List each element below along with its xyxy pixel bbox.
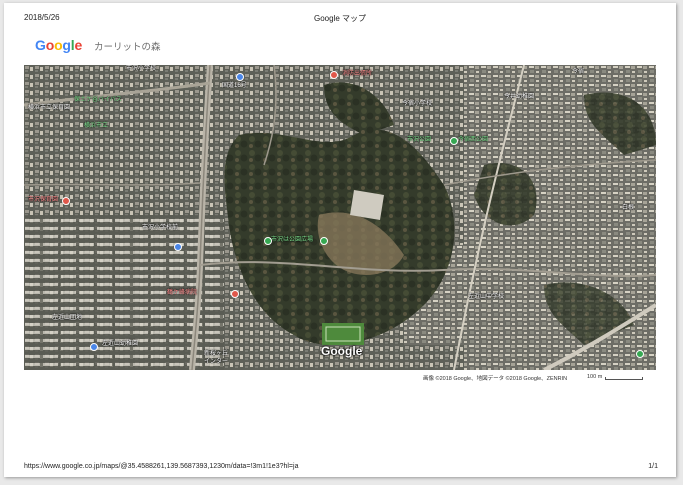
google-logo: Google (35, 37, 82, 53)
print-title: Google マップ (313, 14, 367, 23)
map-label[interactable]: 白根 (622, 205, 634, 212)
map-pin-icon[interactable] (236, 73, 244, 81)
logo-letter: o (45, 37, 55, 53)
map-pin-icon[interactable] (231, 290, 239, 298)
map-label[interactable]: 左近山幼稚園 (102, 341, 138, 348)
map-label[interactable]: 今宿 (572, 69, 584, 76)
map-pin-icon[interactable] (320, 237, 328, 245)
map-label[interactable]: 左近山中学校 (468, 294, 504, 301)
map-pin-icon[interactable] (264, 237, 272, 245)
map-label[interactable]: 今井幼稚園 (504, 94, 534, 101)
logo-letter: e (74, 37, 83, 53)
place-name: カーリットの森 (94, 42, 161, 53)
map-label[interactable]: 左近山団地 (52, 315, 82, 322)
map-attribution: 画像 ©2018 Google、地図データ ©2018 Google、ZENRI… (423, 376, 568, 382)
map-label[interactable]: 今宿小学校 (402, 101, 432, 108)
map-pin-icon[interactable] (90, 343, 98, 351)
map-label[interactable]: 市沢は公園広場 (271, 237, 313, 244)
map-label[interactable]: 市沢公園 (407, 137, 431, 144)
map-pin-icon[interactable] (450, 137, 458, 145)
footer-url: https://www.google.co.jp/maps/@35.458826… (24, 463, 299, 470)
logo-letter: o (54, 37, 63, 53)
map-label[interactable]: 横浜市立保育園 (28, 105, 70, 112)
map-label[interactable]: 市沢小学校 (126, 66, 156, 73)
satellite-imagery[interactable] (24, 65, 656, 370)
map-pin-icon[interactable] (174, 243, 182, 251)
scale-label: 100 m (587, 374, 603, 380)
map-label[interactable]: 市沢保育園 (28, 197, 58, 204)
logo-letter: G (35, 37, 46, 53)
map-pin-icon[interactable] (62, 197, 70, 205)
map-label[interactable]: 保土ケ谷バイパス (74, 97, 122, 104)
map-google-watermark: Google (321, 344, 363, 358)
map-label[interactable]: 国道16号 (222, 83, 247, 90)
map-pin-icon[interactable] (330, 71, 338, 79)
map-label[interactable]: 今宿西公園 (458, 137, 488, 144)
page-number: 1/1 (648, 463, 658, 470)
map-label[interactable]: 新桜ヶ丘 (204, 351, 228, 358)
map-label[interactable]: 消防出張所 (342, 71, 372, 78)
print-page: 2018/5/26 Google マップ Google カーリットの森 市沢小学… (4, 3, 676, 477)
map-label[interactable]: 市沢小学校前 (142, 225, 178, 232)
scale-bar (605, 377, 643, 380)
map-label[interactable]: 鶴ケ峰病院 (167, 290, 197, 297)
logo-letter: g (62, 37, 71, 53)
map-label[interactable]: 横浜市立 (84, 123, 108, 130)
satellite-map[interactable]: 市沢小学校 国道16号 保土ケ谷バイパス 横浜市立 市沢公園 今宿西公園 市沢は… (24, 65, 656, 370)
map-label[interactable]: インター (204, 359, 228, 366)
map-pin-icon[interactable] (636, 350, 644, 358)
